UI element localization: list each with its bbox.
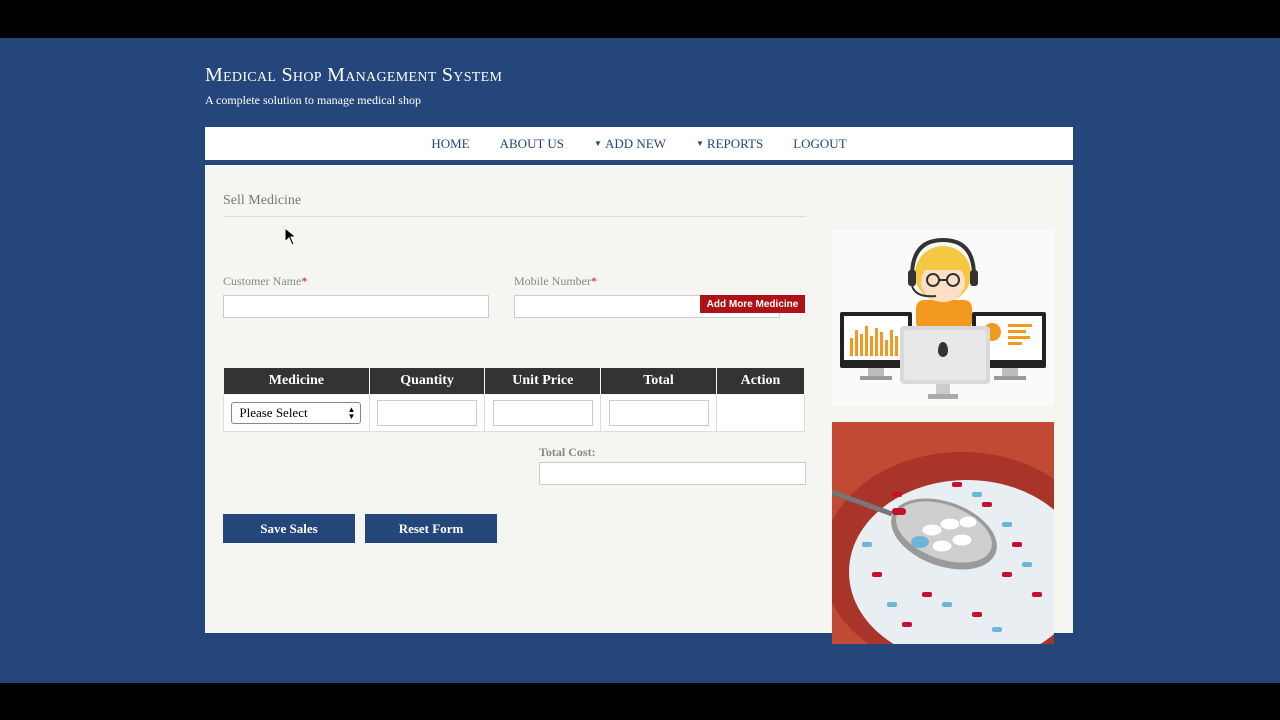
pharmacist-illustration	[832, 230, 1054, 406]
table-header-row: Medicine Quantity Unit Price Total Actio…	[223, 367, 806, 395]
nav-about-us[interactable]: ABOUT US	[485, 136, 579, 152]
column-header-medicine: Medicine	[223, 367, 370, 395]
pharmacist-illustration-graphic	[840, 237, 1046, 399]
column-header-quantity: Quantity	[368, 367, 486, 395]
nav-reports-label: REPORTS	[706, 135, 764, 151]
total-cell	[600, 394, 717, 432]
page-background: Medical Shop Management System A complet…	[0, 38, 1280, 683]
column-header-action: Action	[715, 367, 806, 395]
pills-photo-graphic	[832, 422, 1054, 644]
nav-home[interactable]: HOME	[416, 136, 484, 152]
unit-price-cell	[484, 394, 602, 432]
required-marker: *	[591, 274, 597, 288]
caret-down-icon: ▼	[695, 139, 704, 148]
unit-price-input[interactable]	[492, 400, 593, 426]
medicine-select[interactable]: Please Select ▲ ▼	[231, 402, 362, 424]
quantity-input[interactable]	[377, 400, 478, 426]
caret-down-icon: ▼	[594, 139, 602, 148]
customer-name-label-text: Customer Name	[223, 274, 302, 288]
content-panel: Sell Medicine Customer Name* Mobile Numb…	[205, 165, 1073, 644]
divider	[223, 216, 806, 217]
nav-logout[interactable]: LOGOUT	[778, 136, 861, 152]
total-cost-input[interactable]	[539, 462, 806, 485]
table-row: Please Select ▲ ▼	[223, 394, 806, 432]
medicine-cell: Please Select ▲ ▼	[223, 394, 370, 432]
save-sales-button[interactable]: Save Sales	[223, 514, 355, 543]
column-header-total: Total	[600, 367, 717, 395]
action-cell	[715, 394, 806, 432]
pills-photo	[832, 422, 1054, 644]
customer-name-input[interactable]	[223, 295, 489, 318]
column-header-unit-price: Unit Price	[484, 367, 602, 395]
form-title: Sell Medicine	[223, 193, 302, 208]
site-tagline: A complete solution to manage medical sh…	[205, 93, 421, 107]
updown-arrows-icon: ▲ ▼	[347, 405, 356, 421]
total-input[interactable]	[608, 400, 709, 426]
nav-reports[interactable]: ▼ REPORTS	[681, 136, 778, 152]
customer-name-label: Customer Name*	[223, 274, 307, 289]
required-marker: *	[301, 274, 308, 288]
medicine-table: Medicine Quantity Unit Price Total Actio…	[223, 367, 806, 432]
total-cost-label: Total Cost:	[539, 445, 596, 459]
mobile-number-label-text: Mobile Number	[514, 274, 591, 288]
site-title: Medical Shop Management System	[205, 64, 503, 86]
reset-form-button[interactable]: Reset Form	[365, 514, 497, 543]
quantity-cell	[368, 394, 486, 432]
nav-add-new-label: ADD NEW	[604, 135, 666, 151]
mobile-number-label: Mobile Number*	[514, 274, 597, 289]
main-navbar: HOME ABOUT US ▼ ADD NEW ▼ REPORTS LOGOUT	[205, 127, 1073, 164]
nav-add-new[interactable]: ▼ ADD NEW	[579, 136, 681, 152]
medicine-select-value: Please Select	[239, 405, 308, 420]
add-more-medicine-button[interactable]: Add More Medicine	[700, 295, 805, 313]
